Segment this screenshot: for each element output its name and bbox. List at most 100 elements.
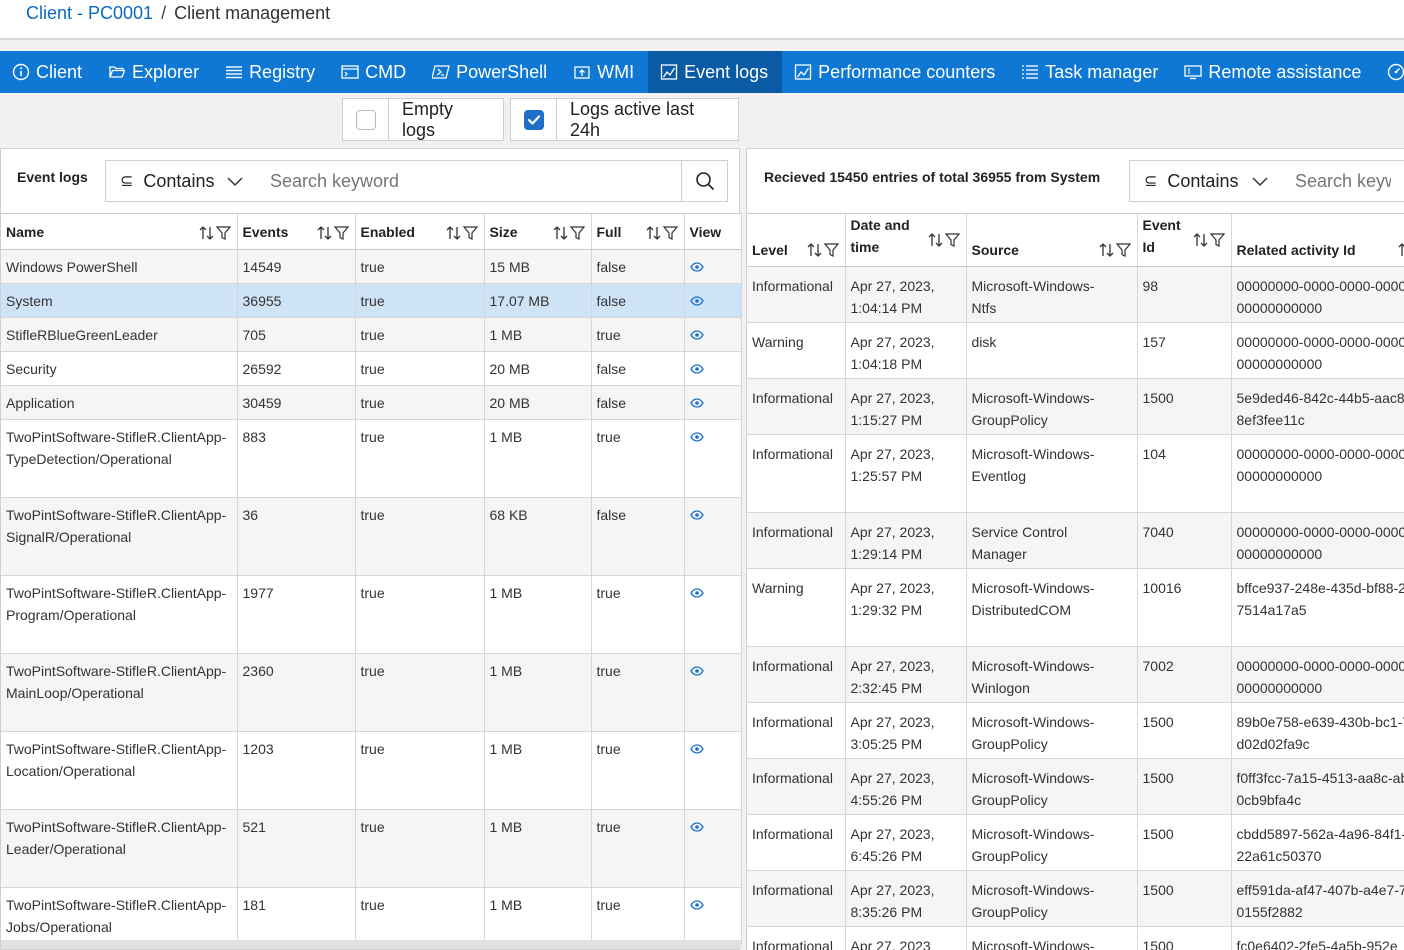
filter-icon[interactable] [1115, 242, 1131, 258]
horizontal-scrollbar[interactable] [1, 940, 741, 949]
eye-icon [689, 666, 704, 676]
col-header-related-activity-id[interactable]: Related activity Id [1231, 213, 1404, 267]
event-log-row[interactable]: StifleRBlueGreenLeader 705 true 1 MB true [1, 317, 742, 352]
log-entry-row[interactable]: Informational Apr 27, 2023 Microsoft-Windo… [747, 926, 1404, 950]
filter-icon[interactable] [823, 242, 839, 258]
datetime-cell: Apr 27, 2023, 1:04:14 PM [845, 266, 967, 323]
filter-icon[interactable] [462, 225, 478, 241]
filter-icon[interactable] [1209, 232, 1225, 248]
event-log-row[interactable]: TwoPintSoftware-StifleR.ClientApp-Jobs/O… [1, 887, 742, 944]
log-entry-row[interactable]: Informational Apr 27, 2023, 3:05:25 PM Mic… [747, 702, 1404, 759]
col-header-event-id[interactable]: Event Id [1137, 213, 1232, 267]
log-entry-row[interactable]: Informational Apr 27, 2023, 8:35:26 PM Mic… [747, 870, 1404, 927]
size-cell: 1 MB [484, 653, 592, 732]
filter-mode-dropdown[interactable]: ⊆ Contains [105, 160, 258, 202]
view-log-button[interactable] [689, 816, 704, 838]
log-entries-panel: Recieved 15450 entries of total 36955 fr… [746, 148, 1404, 950]
view-log-button[interactable] [689, 324, 704, 346]
view-log-button[interactable] [689, 582, 704, 604]
log-entry-row[interactable]: Informational Apr 27, 2023, 2:32:45 PM Mic… [747, 646, 1404, 703]
col-header-full[interactable]: Full [591, 213, 685, 250]
empty-logs-checkbox[interactable] [355, 109, 376, 130]
log-entry-row[interactable]: Warning Apr 27, 2023, 1:04:18 PM disk 157 00… [747, 322, 1404, 379]
log-entry-row[interactable]: Informational Apr 27, 2023, 4:55:26 PM Mic… [747, 758, 1404, 815]
entries-search-input[interactable] [1282, 160, 1404, 202]
active-24h-label[interactable]: Logs active last 24h [557, 98, 739, 141]
event-log-row[interactable]: TwoPintSoftware-StifleR.ClientApp-Leader… [1, 809, 742, 888]
view-log-button[interactable] [689, 426, 704, 448]
tab-overflow[interactable]: S [1375, 51, 1404, 93]
tab-registry[interactable]: Registry [213, 51, 329, 93]
event-log-row[interactable]: TwoPintSoftware-StifleR.ClientApp-TypeDe… [1, 419, 742, 498]
view-log-button[interactable] [689, 894, 704, 916]
col-header-date-time[interactable]: Date and time [845, 213, 967, 267]
active-24h-checkbox-cell[interactable] [510, 98, 557, 141]
filter-icon[interactable] [333, 225, 349, 241]
event-id-cell: 1500 [1137, 870, 1232, 927]
sort-icon[interactable] [807, 242, 822, 258]
view-log-button[interactable] [689, 290, 704, 312]
tab-cmd[interactable]: CMD [329, 51, 420, 93]
view-log-button[interactable] [689, 504, 704, 526]
sort-icon[interactable] [646, 225, 661, 241]
sort-icon[interactable] [1099, 242, 1114, 258]
active-24h-checkbox[interactable] [523, 109, 544, 130]
sort-icon[interactable] [1398, 242, 1404, 258]
filter-icon[interactable] [569, 225, 585, 241]
sort-icon[interactable] [446, 225, 461, 241]
view-log-button[interactable] [689, 392, 704, 414]
tab-explorer[interactable]: Explorer [96, 51, 213, 93]
event-log-row[interactable]: Application 30459 true 20 MB false [1, 385, 742, 420]
entries-filter-mode-dropdown[interactable]: ⊆ Contains [1129, 160, 1283, 202]
tool-tabbar: Client Explorer Registry CMD PowerShell … [0, 51, 1404, 93]
event-log-row[interactable]: System 36955 true 17.07 MB false [1, 283, 742, 318]
sort-icon[interactable] [553, 225, 568, 241]
tab-performance-counters[interactable]: Performance counters [782, 51, 1009, 93]
log-entry-row[interactable]: Informational Apr 27, 2023, 6:45:26 PM Mic… [747, 814, 1404, 871]
search-button[interactable] [682, 160, 728, 202]
tab-wmi[interactable]: WMI [561, 51, 648, 93]
tab-remote-assistance[interactable]: Remote assistance [1172, 51, 1375, 93]
col-label: Full [596, 223, 622, 240]
col-header-source[interactable]: Source [966, 213, 1138, 267]
event-log-row[interactable]: Security 26592 true 20 MB false [1, 351, 742, 386]
tab-powershell[interactable]: PowerShell [420, 51, 561, 93]
event-log-row[interactable]: TwoPintSoftware-StifleR.ClientApp-Progra… [1, 575, 742, 654]
log-entry-row[interactable]: Warning Apr 27, 2023, 1:29:32 PM Microsoft… [747, 568, 1404, 647]
level-cell: Informational [747, 434, 846, 513]
event-logs-search-input[interactable] [257, 160, 682, 202]
breadcrumb-client-link[interactable]: Client - PC0001 [26, 3, 153, 23]
event-log-row[interactable]: TwoPintSoftware-StifleR.ClientApp-MainLo… [1, 653, 742, 732]
col-header-size[interactable]: Size [484, 213, 592, 250]
log-entry-row[interactable]: Informational Apr 27, 2023, 1:29:14 PM Ser… [747, 512, 1404, 569]
sort-icon[interactable] [928, 232, 943, 248]
log-entry-row[interactable]: Informational Apr 27, 2023, 1:04:14 PM Mic… [747, 266, 1404, 323]
log-entry-row[interactable]: Informational Apr 27, 2023, 1:25:57 PM Mic… [747, 434, 1404, 513]
filter-icon[interactable] [944, 232, 960, 248]
view-log-button[interactable] [689, 256, 704, 278]
log-entries-toolbar: Recieved 15450 entries of total 36955 fr… [747, 149, 1404, 213]
empty-logs-filter[interactable]: Empty logs [342, 98, 504, 141]
empty-logs-checkbox-cell[interactable] [342, 98, 389, 141]
col-header-enabled[interactable]: Enabled [355, 213, 485, 250]
view-log-button[interactable] [689, 738, 704, 760]
event-log-row[interactable]: TwoPintSoftware-StifleR.ClientApp-Locati… [1, 731, 742, 810]
col-header-level[interactable]: Level [747, 213, 846, 267]
col-header-events[interactable]: Events [237, 213, 356, 250]
empty-logs-label[interactable]: Empty logs [389, 98, 504, 141]
filter-icon[interactable] [215, 225, 231, 241]
view-log-button[interactable] [689, 660, 704, 682]
tab-client[interactable]: Client [0, 51, 96, 93]
tab-task-manager[interactable]: Task manager [1009, 51, 1172, 93]
view-log-button[interactable] [689, 358, 704, 380]
filter-icon[interactable] [662, 225, 678, 241]
tab-event-logs[interactable]: Event logs [648, 51, 783, 93]
sort-icon[interactable] [199, 225, 214, 241]
sort-icon[interactable] [1193, 232, 1208, 248]
col-header-name[interactable]: Name [1, 213, 238, 250]
event-log-row[interactable]: TwoPintSoftware-StifleR.ClientApp-Signal… [1, 497, 742, 576]
active-24h-filter[interactable]: Logs active last 24h [510, 98, 739, 141]
sort-icon[interactable] [317, 225, 332, 241]
log-entry-row[interactable]: Informational Apr 27, 2023, 1:15:27 PM Mic… [747, 378, 1404, 435]
event-log-row[interactable]: Windows PowerShell 14549 true 15 MB false [1, 249, 742, 284]
